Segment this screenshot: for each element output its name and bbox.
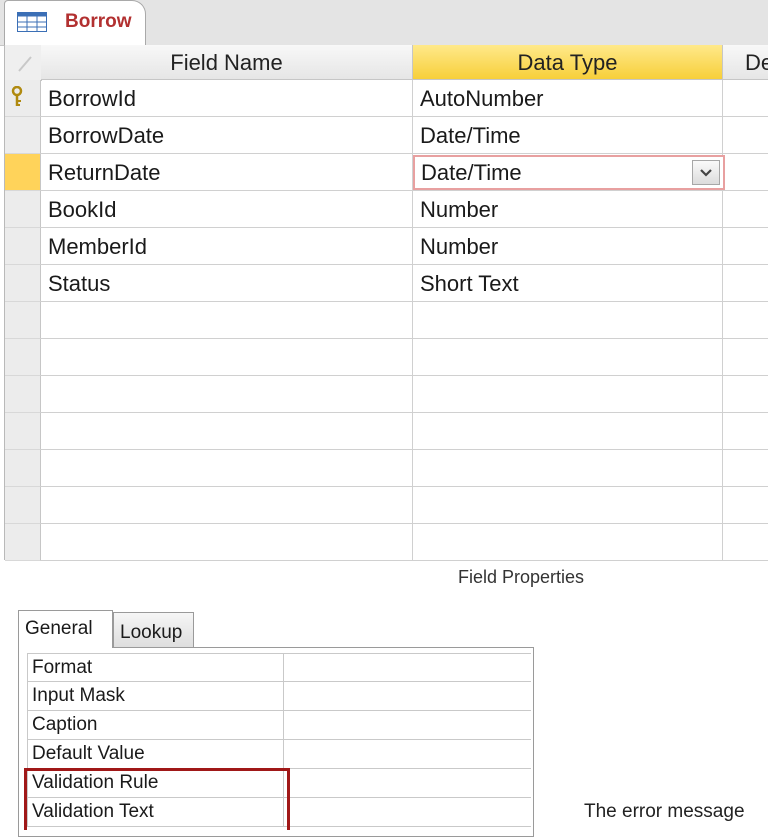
description-cell[interactable] bbox=[723, 339, 768, 376]
document-tab-strip: Borrow bbox=[0, 0, 768, 46]
tab-lookup[interactable]: Lookup bbox=[113, 612, 194, 648]
property-label: Caption bbox=[27, 711, 284, 739]
property-row-caption[interactable]: Caption bbox=[27, 711, 531, 740]
data-type-cell[interactable] bbox=[413, 376, 723, 413]
row-selector[interactable] bbox=[5, 487, 41, 524]
empty-row[interactable] bbox=[5, 376, 768, 413]
data-type-combobox-value: Date/Time bbox=[421, 160, 522, 185]
tab-general[interactable]: General bbox=[18, 610, 113, 648]
data-type-combobox[interactable]: Date/Time bbox=[413, 155, 725, 190]
property-help-text: The error message bbox=[584, 801, 745, 822]
field-name-cell[interactable]: BorrowDate bbox=[41, 117, 413, 154]
table-row[interactable]: BorrowDate Date/Time bbox=[5, 117, 768, 154]
data-type-cell[interactable]: Short Text bbox=[413, 265, 723, 302]
row-selector[interactable] bbox=[5, 228, 41, 265]
tab-borrow[interactable]: Borrow bbox=[4, 0, 146, 46]
empty-row[interactable] bbox=[5, 524, 768, 561]
field-name-cell[interactable]: BookId bbox=[41, 191, 413, 228]
row-selector[interactable] bbox=[5, 450, 41, 487]
row-selector[interactable] bbox=[5, 80, 41, 117]
field-properties-title: Field Properties bbox=[458, 567, 585, 587]
data-type-cell[interactable]: Number bbox=[413, 191, 723, 228]
description-cell[interactable] bbox=[723, 265, 768, 302]
validation-highlight-box bbox=[24, 768, 290, 830]
field-name-cell[interactable] bbox=[41, 524, 413, 561]
field-name-cell[interactable]: ReturnDate bbox=[41, 154, 413, 191]
select-all-corner[interactable] bbox=[5, 45, 42, 81]
row-selector[interactable] bbox=[5, 376, 41, 413]
property-row-format[interactable]: Format bbox=[27, 653, 531, 682]
row-selector[interactable] bbox=[5, 117, 41, 154]
field-name-cell[interactable] bbox=[41, 450, 413, 487]
row-selector[interactable] bbox=[5, 302, 41, 339]
data-type-cell[interactable]: AutoNumber bbox=[413, 80, 723, 117]
field-name-cell[interactable]: MemberId bbox=[41, 228, 413, 265]
description-cell[interactable] bbox=[723, 524, 768, 561]
description-cell[interactable] bbox=[723, 487, 768, 524]
table-row[interactable]: BorrowId AutoNumber bbox=[5, 80, 768, 117]
data-type-cell[interactable] bbox=[413, 339, 723, 376]
empty-row[interactable] bbox=[5, 413, 768, 450]
property-label: Default Value bbox=[27, 740, 284, 768]
table-design-grid: Field Name Data Type De BorrowId AutoNum… bbox=[4, 45, 768, 561]
empty-row[interactable] bbox=[5, 450, 768, 487]
table-row[interactable]: Status Short Text bbox=[5, 265, 768, 302]
property-label: Format bbox=[27, 654, 284, 682]
data-type-cell[interactable] bbox=[413, 413, 723, 450]
data-type-dropdown-button[interactable] bbox=[692, 160, 720, 185]
header-field-name[interactable]: Field Name bbox=[41, 45, 413, 80]
description-cell[interactable] bbox=[723, 302, 768, 339]
table-row-current[interactable]: ReturnDate Date/Time bbox=[5, 154, 768, 191]
table-icon bbox=[17, 12, 47, 32]
empty-row[interactable] bbox=[5, 339, 768, 376]
tab-label: Borrow bbox=[65, 11, 132, 32]
description-cell[interactable] bbox=[723, 413, 768, 450]
description-cell[interactable] bbox=[723, 376, 768, 413]
data-type-cell[interactable]: Date/Time bbox=[413, 117, 723, 154]
table-row[interactable]: MemberId Number bbox=[5, 228, 768, 265]
key-icon bbox=[11, 86, 23, 106]
field-name-cell[interactable] bbox=[41, 339, 413, 376]
header-data-type[interactable]: Data Type bbox=[413, 45, 723, 80]
data-type-cell[interactable] bbox=[413, 450, 723, 487]
chevron-down-icon bbox=[700, 169, 712, 177]
description-cell[interactable] bbox=[723, 228, 768, 265]
property-row-input-mask[interactable]: Input Mask bbox=[27, 682, 531, 711]
empty-row[interactable] bbox=[5, 487, 768, 524]
property-label: Input Mask bbox=[27, 682, 284, 710]
description-cell[interactable] bbox=[723, 191, 768, 228]
description-cell[interactable] bbox=[723, 450, 768, 487]
row-selector[interactable] bbox=[5, 413, 41, 450]
description-cell[interactable] bbox=[723, 80, 768, 117]
field-name-cell[interactable] bbox=[41, 413, 413, 450]
field-name-cell[interactable] bbox=[41, 376, 413, 413]
grid-header-row: Field Name Data Type De bbox=[5, 45, 768, 81]
row-selector[interactable] bbox=[5, 339, 41, 376]
field-name-cell[interactable] bbox=[41, 487, 413, 524]
field-name-cell[interactable]: Status bbox=[41, 265, 413, 302]
description-cell[interactable] bbox=[723, 154, 768, 191]
field-name-cell[interactable]: BorrowId bbox=[41, 80, 413, 117]
row-selector[interactable] bbox=[5, 524, 41, 561]
row-selector[interactable] bbox=[5, 191, 41, 228]
data-type-cell[interactable]: Number bbox=[413, 228, 723, 265]
row-selector-current[interactable] bbox=[5, 154, 41, 191]
property-row-default-value[interactable]: Default Value bbox=[27, 740, 531, 769]
header-description[interactable]: De bbox=[723, 45, 768, 80]
table-row[interactable]: BookId Number bbox=[5, 191, 768, 228]
row-selector[interactable] bbox=[5, 265, 41, 302]
pencil-icon bbox=[18, 56, 32, 72]
data-type-cell[interactable] bbox=[413, 302, 723, 339]
data-type-cell[interactable] bbox=[413, 487, 723, 524]
description-cell[interactable] bbox=[723, 117, 768, 154]
empty-row[interactable] bbox=[5, 302, 768, 339]
data-type-cell[interactable] bbox=[413, 524, 723, 561]
field-name-cell[interactable] bbox=[41, 302, 413, 339]
